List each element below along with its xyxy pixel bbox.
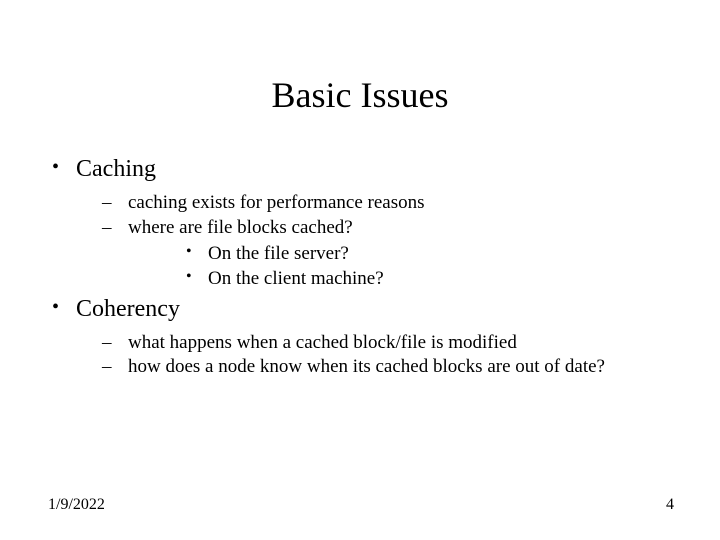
- slide-title: Basic Issues: [0, 0, 720, 156]
- footer-page-number: 4: [666, 496, 674, 514]
- slide-footer: 1/9/2022 4: [0, 496, 720, 514]
- slide: Basic Issues Caching caching exists for …: [0, 0, 720, 540]
- sub-item: caching exists for performance reasons: [76, 191, 680, 216]
- sub-item: where are file blocks cached? On the fil…: [76, 216, 680, 292]
- subsub-item: On the file server?: [128, 242, 680, 267]
- bullet-label: Caching: [76, 156, 156, 182]
- sub-list: caching exists for performance reasons w…: [76, 191, 680, 292]
- bullet-caching: Caching caching exists for performance r…: [48, 156, 680, 292]
- bullet-label: Coherency: [76, 296, 180, 322]
- subsub-list: On the file server? On the client machin…: [128, 242, 680, 291]
- footer-date: 1/9/2022: [48, 496, 105, 514]
- bullet-coherency: Coherency what happens when a cached blo…: [48, 296, 680, 380]
- sub-item-label: where are file blocks cached?: [128, 217, 353, 238]
- sub-item: what happens when a cached block/file is…: [76, 331, 680, 356]
- subsub-item: On the client machine?: [128, 267, 680, 292]
- sub-list: what happens when a cached block/file is…: [76, 331, 680, 380]
- bullet-list: Caching caching exists for performance r…: [48, 156, 680, 380]
- slide-content: Caching caching exists for performance r…: [0, 156, 720, 380]
- sub-item: how does a node know when its cached blo…: [76, 355, 680, 380]
